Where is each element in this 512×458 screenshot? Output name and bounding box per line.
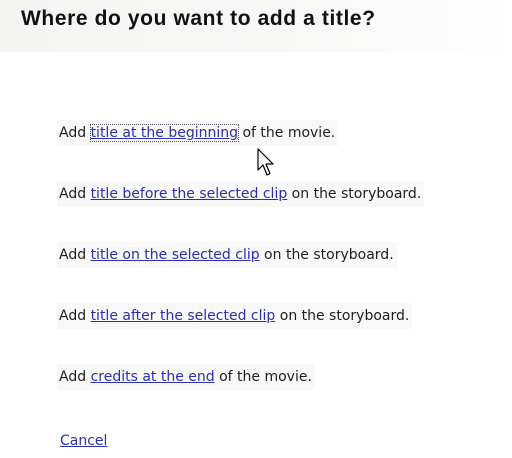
- credits-at-end-link[interactable]: credits at the end: [91, 369, 215, 385]
- option-prefix: Add: [59, 308, 91, 324]
- option-prefix: Add: [59, 247, 91, 263]
- option-suffix: on the storyboard.: [259, 247, 394, 263]
- arrow-cursor-icon: [257, 148, 274, 176]
- header-bar: Where do you want to add a title?: [0, 0, 512, 52]
- option-title-on-clip: Add title on the selected clip on the st…: [57, 242, 397, 268]
- title-options-list: Add title at the beginning of the movie.…: [57, 120, 507, 425]
- cancel-link[interactable]: Cancel: [60, 433, 107, 449]
- page-title: Where do you want to add a title?: [21, 7, 376, 30]
- option-suffix: of the movie.: [238, 125, 336, 141]
- option-title-before-clip: Add title before the selected clip on th…: [57, 181, 425, 207]
- option-title-after-clip: Add title after the selected clip on the…: [57, 303, 413, 329]
- option-credits-at-end: Add credits at the end of the movie.: [57, 364, 315, 390]
- option-prefix: Add: [59, 186, 91, 202]
- option-prefix: Add: [59, 125, 91, 141]
- option-suffix: on the storyboard.: [275, 308, 410, 324]
- option-suffix: on the storyboard.: [287, 186, 422, 202]
- title-at-beginning-link[interactable]: title at the beginning: [89, 124, 240, 142]
- option-prefix: Add: [59, 369, 91, 385]
- option-suffix: of the movie.: [214, 369, 312, 385]
- title-before-clip-link[interactable]: title before the selected clip: [91, 186, 288, 202]
- option-title-at-beginning: Add title at the beginning of the movie.: [57, 120, 339, 146]
- title-on-clip-link[interactable]: title on the selected clip: [91, 247, 260, 263]
- title-after-clip-link[interactable]: title after the selected clip: [91, 308, 276, 324]
